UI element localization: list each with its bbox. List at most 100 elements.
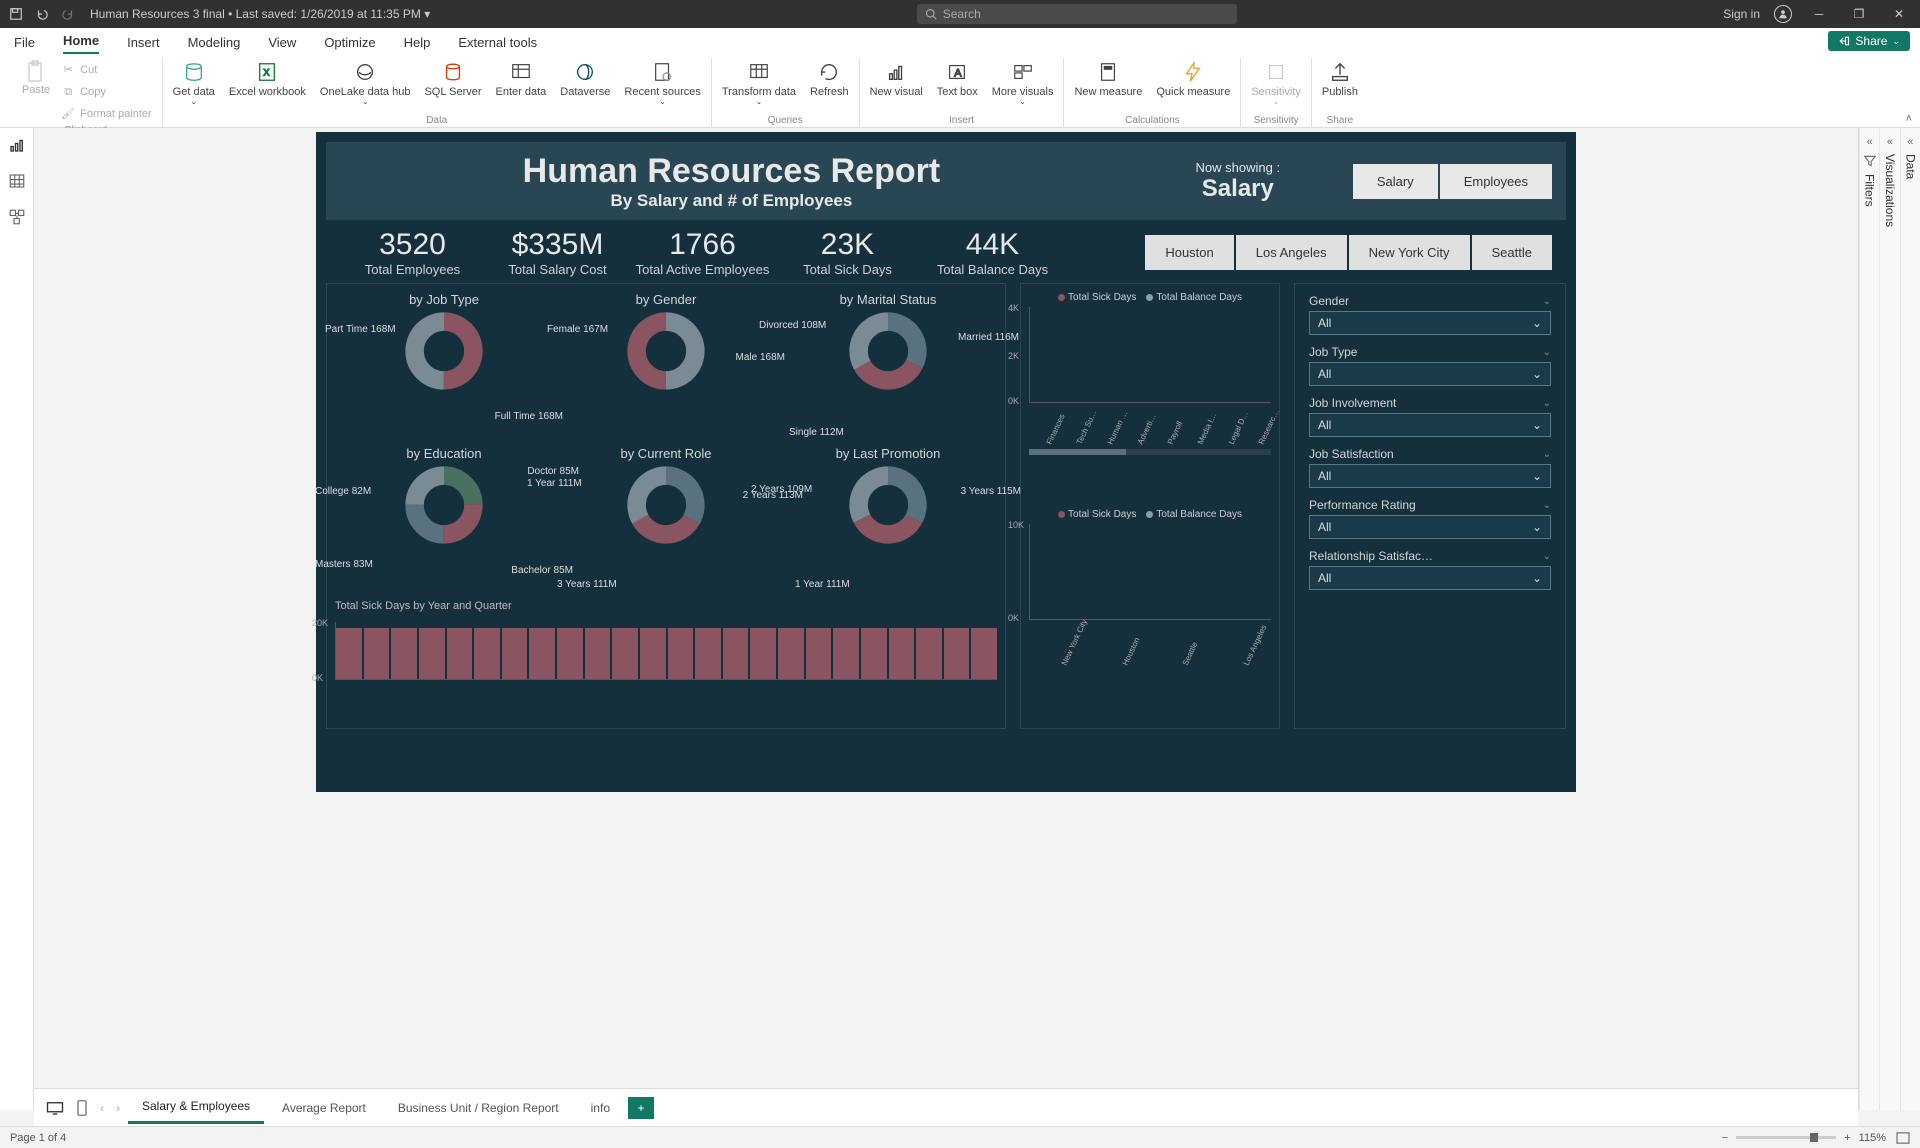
undo-icon[interactable]	[34, 6, 50, 22]
add-page-button[interactable]: +	[628, 1097, 654, 1119]
close-icon[interactable]: ✕	[1886, 7, 1912, 21]
kpi-row: 3520Total Employees $335MTotal Salary Co…	[326, 228, 1566, 277]
tab-average-report[interactable]: Average Report	[268, 1093, 380, 1123]
menu-home[interactable]: Home	[63, 33, 99, 54]
format-painter-button[interactable]: 🖌Format painter	[56, 104, 156, 124]
city-los-angeles[interactable]: Los Angeles	[1236, 235, 1347, 270]
queries-group-label: Queries	[768, 114, 803, 127]
desktop-layout-icon[interactable]	[42, 1097, 68, 1119]
chevron-down-icon[interactable]: ⌄	[1543, 296, 1551, 307]
tab-info[interactable]: info	[577, 1093, 624, 1123]
new-measure-button[interactable]: New measure	[1070, 58, 1146, 114]
redo-icon[interactable]	[60, 6, 76, 22]
zoom-slider[interactable]	[1736, 1136, 1836, 1139]
zoom-in-icon[interactable]: +	[1844, 1132, 1850, 1144]
chevron-down-icon[interactable]: ⌄	[1543, 347, 1551, 358]
onelake-button[interactable]: OneLake data hub⌄	[316, 58, 415, 114]
paste-button[interactable]: Paste	[16, 58, 56, 124]
donut-job-type[interactable]: by Job Type Part Time 168M Full Time 168…	[335, 292, 553, 442]
next-page-icon[interactable]: ›	[112, 1101, 124, 1115]
menu-view[interactable]: View	[268, 35, 296, 54]
calculations-group-label: Calculations	[1125, 114, 1179, 127]
model-view-icon[interactable]	[8, 208, 26, 226]
chevron-down-icon[interactable]: ⌄	[1543, 449, 1551, 460]
filter-gender-select[interactable]: All⌄	[1309, 311, 1551, 335]
donut-current-role[interactable]: by Current Role 1 Year 111M 2 Years 113M…	[557, 446, 775, 596]
city-new-york[interactable]: New York City	[1349, 235, 1470, 270]
search-input[interactable]: Search	[917, 4, 1237, 24]
tab-salary-employees[interactable]: Salary & Employees	[128, 1091, 264, 1124]
donut-marital-status[interactable]: by Marital Status Divorced 108M Married …	[779, 292, 997, 442]
sensitivity-button[interactable]: Sensitivity⌄	[1247, 58, 1305, 114]
menu-optimize[interactable]: Optimize	[324, 35, 375, 54]
city-houston[interactable]: Houston	[1145, 235, 1233, 270]
menu-file[interactable]: File	[14, 35, 35, 54]
dataverse-button[interactable]: Dataverse	[556, 58, 614, 114]
menu-insert[interactable]: Insert	[127, 35, 160, 54]
mobile-layout-icon[interactable]	[72, 1096, 92, 1120]
slicer-salary[interactable]: Salary	[1353, 164, 1438, 199]
chevron-left-icon[interactable]: «	[1907, 136, 1913, 148]
menu-help[interactable]: Help	[404, 35, 431, 54]
filter-performance-rating-select[interactable]: All⌄	[1309, 515, 1551, 539]
filters-pane[interactable]: « Filters	[1859, 128, 1879, 1110]
ribbon-collapse-icon[interactable]: ˄	[1906, 113, 1912, 125]
more-visuals-button[interactable]: More visuals⌄	[988, 58, 1058, 114]
get-data-button[interactable]: Get data⌄	[169, 58, 219, 114]
new-visual-button[interactable]: New visual	[866, 58, 927, 114]
visualizations-pane[interactable]: « Visualizations	[1879, 128, 1899, 1110]
copy-button[interactable]: ⧉Copy	[56, 82, 156, 102]
minimize-icon[interactable]: ─	[1806, 7, 1832, 21]
svg-text:A: A	[955, 68, 963, 80]
publish-button[interactable]: Publish	[1318, 58, 1362, 114]
save-icon[interactable]	[8, 6, 24, 22]
share-button[interactable]: Share ⌄	[1828, 31, 1910, 51]
chevron-down-icon[interactable]: ⌄	[1543, 500, 1551, 511]
enter-data-button[interactable]: Enter data	[492, 58, 551, 114]
donut-gender[interactable]: by Gender Female 167M Male 168M	[557, 292, 775, 442]
tab-business-unit[interactable]: Business Unit / Region Report	[384, 1093, 573, 1123]
filter-relationship-satisfaction-select[interactable]: All⌄	[1309, 566, 1551, 590]
prev-page-icon[interactable]: ‹	[96, 1101, 108, 1115]
report-canvas[interactable]: Human Resources Report By Salary and # o…	[34, 128, 1858, 1088]
maximize-icon[interactable]: ❐	[1846, 7, 1872, 21]
cut-button[interactable]: ✂Cut	[56, 60, 156, 80]
filter-job-type-select[interactable]: All⌄	[1309, 362, 1551, 386]
zoom-out-icon[interactable]: −	[1722, 1132, 1728, 1144]
slicer-employees[interactable]: Employees	[1440, 164, 1552, 199]
fit-page-icon[interactable]	[1896, 1132, 1910, 1144]
refresh-button[interactable]: Refresh	[806, 58, 853, 114]
donut-education[interactable]: by Education College 82M Doctor 85M Mast…	[335, 446, 553, 596]
menu-modeling[interactable]: Modeling	[188, 35, 241, 54]
city-bar-chart[interactable]: Total Sick DaysTotal Balance Days 10K 0K…	[1029, 509, 1271, 720]
quick-measure-button[interactable]: Quick measure	[1152, 58, 1234, 114]
dept-bar-chart[interactable]: Total Sick DaysTotal Balance Days 4K 2K …	[1029, 292, 1271, 503]
filter-job-satisfaction-select[interactable]: All⌄	[1309, 464, 1551, 488]
text-box-button[interactable]: AText box	[933, 58, 982, 114]
sick-days-bar-chart[interactable]: Total Sick Days by Year and Quarter 20K …	[335, 600, 997, 680]
menu-external-tools[interactable]: External tools	[458, 35, 537, 54]
now-showing-label: Now showing : Salary	[1123, 160, 1353, 203]
chart-scrollbar[interactable]	[1029, 449, 1271, 455]
report-view-icon[interactable]	[8, 136, 26, 154]
filter-job-involvement: Job Involvement⌄ All⌄	[1309, 396, 1551, 437]
chevron-down-icon[interactable]: ⌄	[1543, 398, 1551, 409]
chevron-left-icon[interactable]: «	[1867, 136, 1873, 148]
city-seattle[interactable]: Seattle	[1472, 235, 1552, 270]
data-view-icon[interactable]	[8, 172, 26, 190]
sql-server-button[interactable]: SQL Server	[420, 58, 485, 114]
profile-icon[interactable]	[1774, 5, 1792, 23]
chevron-down-icon[interactable]: ⌄	[1543, 551, 1551, 562]
page-title: Human Resources Report	[340, 152, 1123, 191]
data-pane[interactable]: « Data	[1900, 128, 1920, 1110]
excel-workbook-button[interactable]: XExcel workbook	[225, 58, 310, 114]
transform-data-button[interactable]: Transform data⌄	[718, 58, 800, 114]
chevron-left-icon[interactable]: «	[1887, 136, 1893, 148]
signin-link[interactable]: Sign in	[1723, 7, 1760, 21]
filter-job-involvement-select[interactable]: All⌄	[1309, 413, 1551, 437]
page-subtitle: By Salary and # of Employees	[340, 191, 1123, 211]
zoom-level[interactable]: 115%	[1859, 1132, 1886, 1144]
donut-last-promotion[interactable]: by Last Promotion 2 Years 109M 3 Years 1…	[779, 446, 997, 596]
page-tabs: ‹ › Salary & Employees Average Report Bu…	[34, 1088, 1858, 1126]
recent-sources-button[interactable]: Recent sources⌄	[620, 58, 704, 114]
